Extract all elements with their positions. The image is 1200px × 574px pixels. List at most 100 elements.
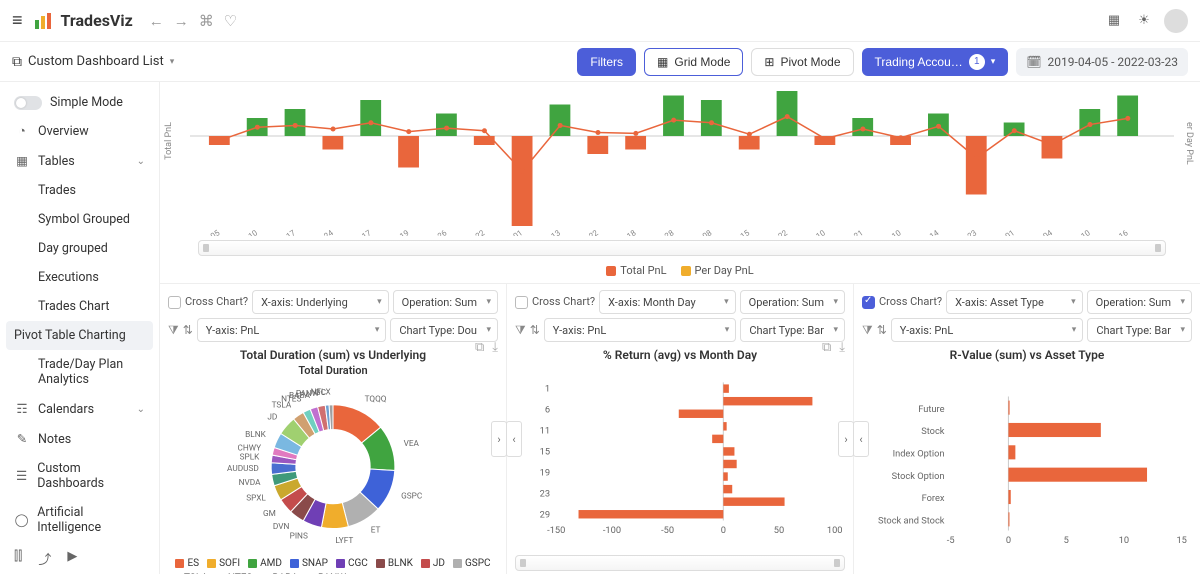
logo-icon <box>33 10 55 32</box>
svg-text:-50: -50 <box>661 525 674 536</box>
svg-text:-5: -5 <box>947 535 955 546</box>
svg-text:23: 23 <box>540 488 550 499</box>
svg-text:VEA: VEA <box>404 439 420 449</box>
upload-icon[interactable]: ⤴ <box>38 549 51 568</box>
avatar-icon[interactable] <box>1164 9 1188 33</box>
theme-toggle-icon[interactable]: ☀ <box>1134 11 1154 31</box>
sidebar-item-executions[interactable]: Executions <box>0 263 159 292</box>
chart-type-select[interactable]: Chart Type: Bar <box>740 318 845 342</box>
sidebar-item-pivot-table-charting[interactable]: Pivot Table Charting <box>6 321 153 350</box>
trading-account-button[interactable]: Trading Accou…1▾ <box>862 48 1009 76</box>
svg-text:2021-04-22: 2021-04-22 <box>562 228 601 236</box>
filters-button[interactable]: Filters <box>577 48 636 76</box>
doughnut-chart: TQQQVEAGSPCETLYFTPINSDVNGMSPXLNVDAAUDUSD… <box>168 377 498 556</box>
cross-chart-checkbox[interactable] <box>515 296 528 309</box>
svg-text:JD: JD <box>267 413 277 423</box>
panel-next-icon[interactable]: › <box>491 421 507 457</box>
panel-prev-icon[interactable]: ‹ <box>853 421 869 457</box>
svg-text:NVDA: NVDA <box>239 478 261 488</box>
svg-text:0: 0 <box>721 525 726 536</box>
sidebar-item-tables[interactable]: ▦Tables⌄ <box>0 146 159 176</box>
overview-icon: ◔ <box>14 124 30 139</box>
command-icon[interactable]: ⌘ <box>199 12 214 30</box>
sidebar-item-symbol-grouped[interactable]: Symbol Grouped <box>0 205 159 234</box>
svg-text:2019-04-05: 2019-04-05 <box>190 228 222 236</box>
svg-text:NFLX: NFLX <box>311 388 331 398</box>
sidebar-item-day-grouped[interactable]: Day grouped <box>0 234 159 263</box>
sidebar-item-trades[interactable]: Trades <box>0 176 159 205</box>
svg-text:SPXL: SPXL <box>246 493 266 503</box>
link-icon[interactable]: ⧉ <box>822 340 831 355</box>
nav-back-icon[interactable]: ← <box>149 12 164 30</box>
download-icon[interactable]: ⤓ <box>492 340 498 355</box>
return-bar-chart: 161115192329-150-100-50050100 <box>515 364 845 553</box>
equalizer-icon[interactable]: ⫿⫿ <box>14 549 22 568</box>
cross-chart-checkbox[interactable] <box>862 296 875 309</box>
yaxis-select[interactable]: Y-axis: PnL <box>891 318 1084 342</box>
yaxis-select[interactable]: Y-axis: PnL <box>197 318 387 342</box>
svg-text:-100: -100 <box>603 525 621 536</box>
apps-grid-icon[interactable]: ▦ <box>1104 11 1124 31</box>
svg-text:29: 29 <box>540 509 550 520</box>
sort-icon[interactable]: ⇅ <box>530 323 540 337</box>
sidebar-item-trades-chart[interactable]: Trades Chart <box>0 292 159 321</box>
chevron-down-icon: ⌄ <box>137 156 145 167</box>
chart-title: Total Duration (sum) vs Underlying <box>168 342 498 364</box>
svg-text:AUDUSD: AUDUSD <box>227 464 259 474</box>
svg-text:GSPC: GSPC <box>401 491 422 501</box>
video-icon[interactable]: ▶ <box>67 549 77 568</box>
title-dropdown-icon[interactable]: ▾ <box>170 57 175 67</box>
svg-text:TQQQ: TQQQ <box>365 395 387 405</box>
xaxis-select[interactable]: X-axis: Underlying <box>252 290 389 314</box>
svg-text:Index Option: Index Option <box>893 448 945 459</box>
svg-text:Forex: Forex <box>922 493 945 504</box>
chart-scrollbar[interactable] <box>515 555 845 571</box>
filter-icon[interactable]: ⧩ <box>515 323 526 338</box>
xaxis-select[interactable]: X-axis: Asset Type <box>946 290 1083 314</box>
svg-text:2022-03-16: 2022-03-16 <box>1091 228 1130 236</box>
sidebar-item-ai[interactable]: ◯Artificial Intelligence <box>0 498 159 542</box>
panel-prev-icon[interactable]: ‹ <box>506 421 522 457</box>
cross-chart-checkbox[interactable] <box>168 296 181 309</box>
app-logo: TradesViz <box>33 10 133 32</box>
sort-icon[interactable]: ⇅ <box>877 323 887 337</box>
sort-icon[interactable]: ⇅ <box>183 323 193 337</box>
date-range-display[interactable]: 🗓 2019-04-05 - 2022-03-23 <box>1016 48 1188 76</box>
svg-text:DVN: DVN <box>273 522 290 532</box>
svg-text:BLNK: BLNK <box>245 430 266 440</box>
pivot-mode-button[interactable]: ⊞Pivot Mode <box>751 48 853 76</box>
svg-text:5: 5 <box>1064 535 1069 546</box>
time-range-scrollbar[interactable] <box>198 240 1166 256</box>
operation-select[interactable]: Operation: Sum <box>393 290 498 314</box>
operation-select[interactable]: Operation: Sum <box>740 290 845 314</box>
chart-title: R-Value (sum) vs Asset Type <box>862 342 1192 364</box>
svg-text:6: 6 <box>545 405 550 416</box>
nav-forward-icon[interactable]: → <box>174 12 189 30</box>
chart-type-select[interactable]: Chart Type: Bar <box>1087 318 1192 342</box>
menu-toggle-icon[interactable]: ≡ <box>12 10 23 31</box>
xaxis-select[interactable]: X-axis: Month Day <box>599 290 736 314</box>
pivot-panel-1: Cross Chart? X-axis: Underlying Operatio… <box>160 284 507 574</box>
simple-mode-toggle[interactable]: Simple Mode <box>0 88 159 117</box>
sidebar-item-calendars[interactable]: ☶Calendars⌄ <box>0 394 159 424</box>
chart-type-select[interactable]: Chart Type: Dou <box>390 318 498 342</box>
svg-text:50: 50 <box>774 525 784 536</box>
grid-mode-button[interactable]: ▦Grid Mode <box>644 48 743 76</box>
sidebar-item-overview[interactable]: ◔Overview <box>0 117 159 146</box>
svg-text:2020-03-19: 2020-03-19 <box>372 228 410 236</box>
svg-text:15: 15 <box>1176 535 1186 546</box>
hint-icon[interactable]: ♡ <box>224 12 237 30</box>
svg-text:2022-02-23: 2022-02-23 <box>940 228 978 236</box>
filter-icon[interactable]: ⧩ <box>168 323 179 338</box>
link-icon[interactable]: ⧉ <box>475 340 484 355</box>
sidebar-item-trade-day-plan[interactable]: Trade/Day Plan Analytics <box>0 350 159 394</box>
yaxis-select[interactable]: Y-axis: PnL <box>544 318 737 342</box>
download-icon[interactable]: ⤓ <box>839 340 845 355</box>
svg-text:2022-03-04: 2022-03-04 <box>1016 228 1055 236</box>
filter-icon[interactable]: ⧩ <box>862 323 873 338</box>
sidebar-item-notes[interactable]: ✎Notes <box>0 424 159 454</box>
sidebar-item-custom-dashboards[interactable]: ☰Custom Dashboards <box>0 454 159 498</box>
panel-next-icon[interactable]: › <box>838 421 854 457</box>
operation-select[interactable]: Operation: Sum <box>1087 290 1192 314</box>
dashboard-icon: ⧉ <box>12 54 22 70</box>
